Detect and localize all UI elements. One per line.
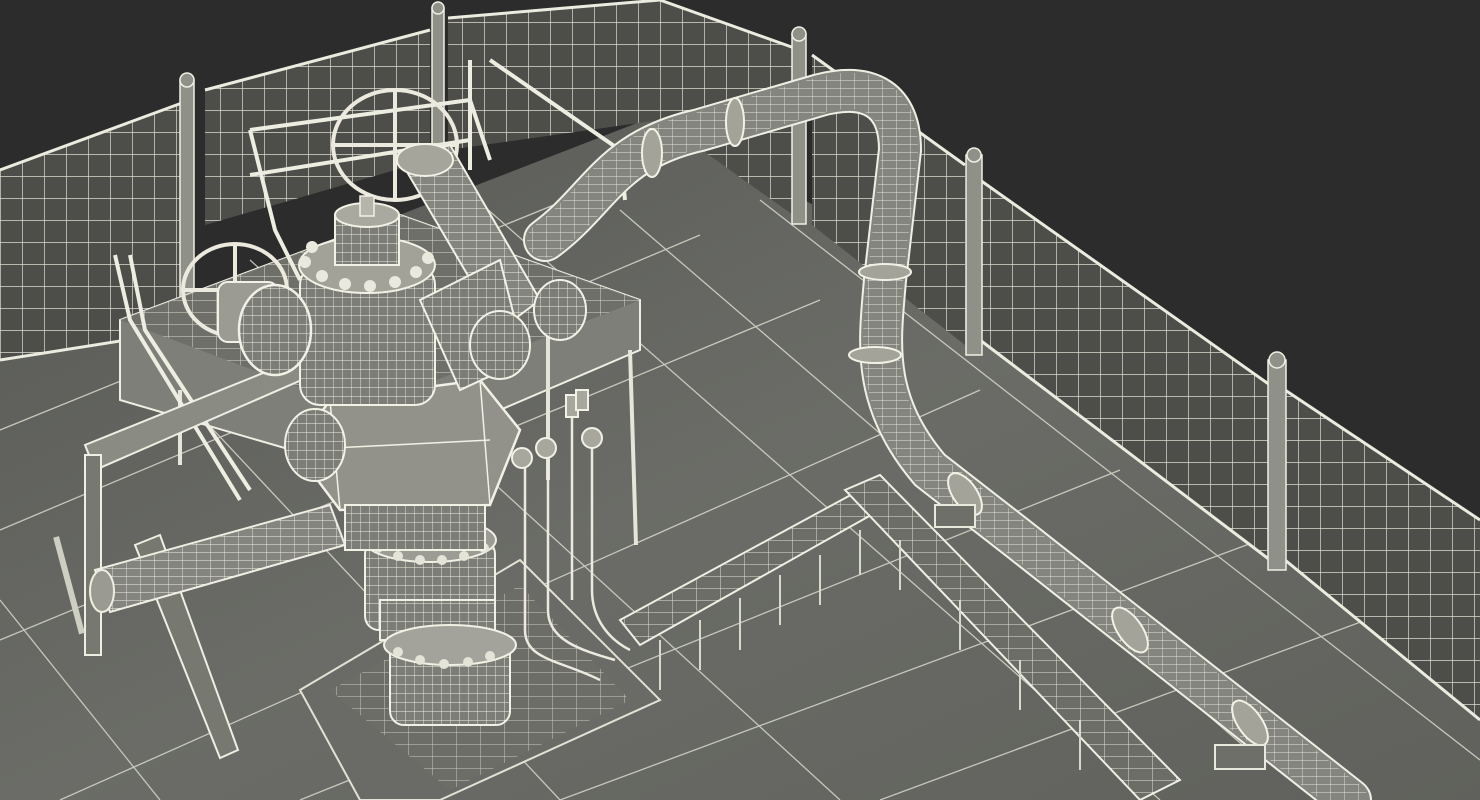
- wellhead-wireframe-render: [0, 0, 1480, 800]
- wireframe-render-viewport: [0, 0, 1480, 800]
